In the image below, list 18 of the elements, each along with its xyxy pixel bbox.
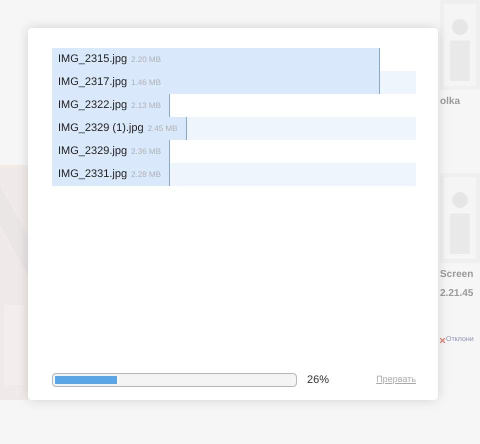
file-size: 2.20 MB bbox=[131, 54, 161, 66]
file-size: 2.28 MB bbox=[131, 168, 161, 180]
cancel-link[interactable]: Прервать bbox=[376, 373, 416, 386]
file-name: IMG_2315.jpg bbox=[58, 52, 128, 68]
progress-percent: 26% bbox=[307, 372, 330, 388]
file-size: 2.45 MB bbox=[148, 122, 178, 134]
close-icon bbox=[440, 338, 445, 343]
file-size: 2.36 MB bbox=[131, 146, 161, 158]
file-name: IMG_2329.jpg bbox=[58, 144, 128, 160]
background-text: 2.21.45 bbox=[440, 287, 474, 301]
file-name: IMG_2331.jpg bbox=[58, 167, 128, 182]
background-text: olka bbox=[440, 95, 462, 109]
background-text: Screen bbox=[440, 268, 474, 282]
file-name: IMG_2317.jpg bbox=[58, 75, 128, 90]
file-name: IMG_2329 (1).jpg bbox=[58, 121, 144, 136]
file-size: 2.13 MB bbox=[131, 100, 161, 112]
file-size: 1.46 MB bbox=[131, 76, 161, 88]
file-name: IMG_2322.jpg bbox=[58, 98, 128, 114]
